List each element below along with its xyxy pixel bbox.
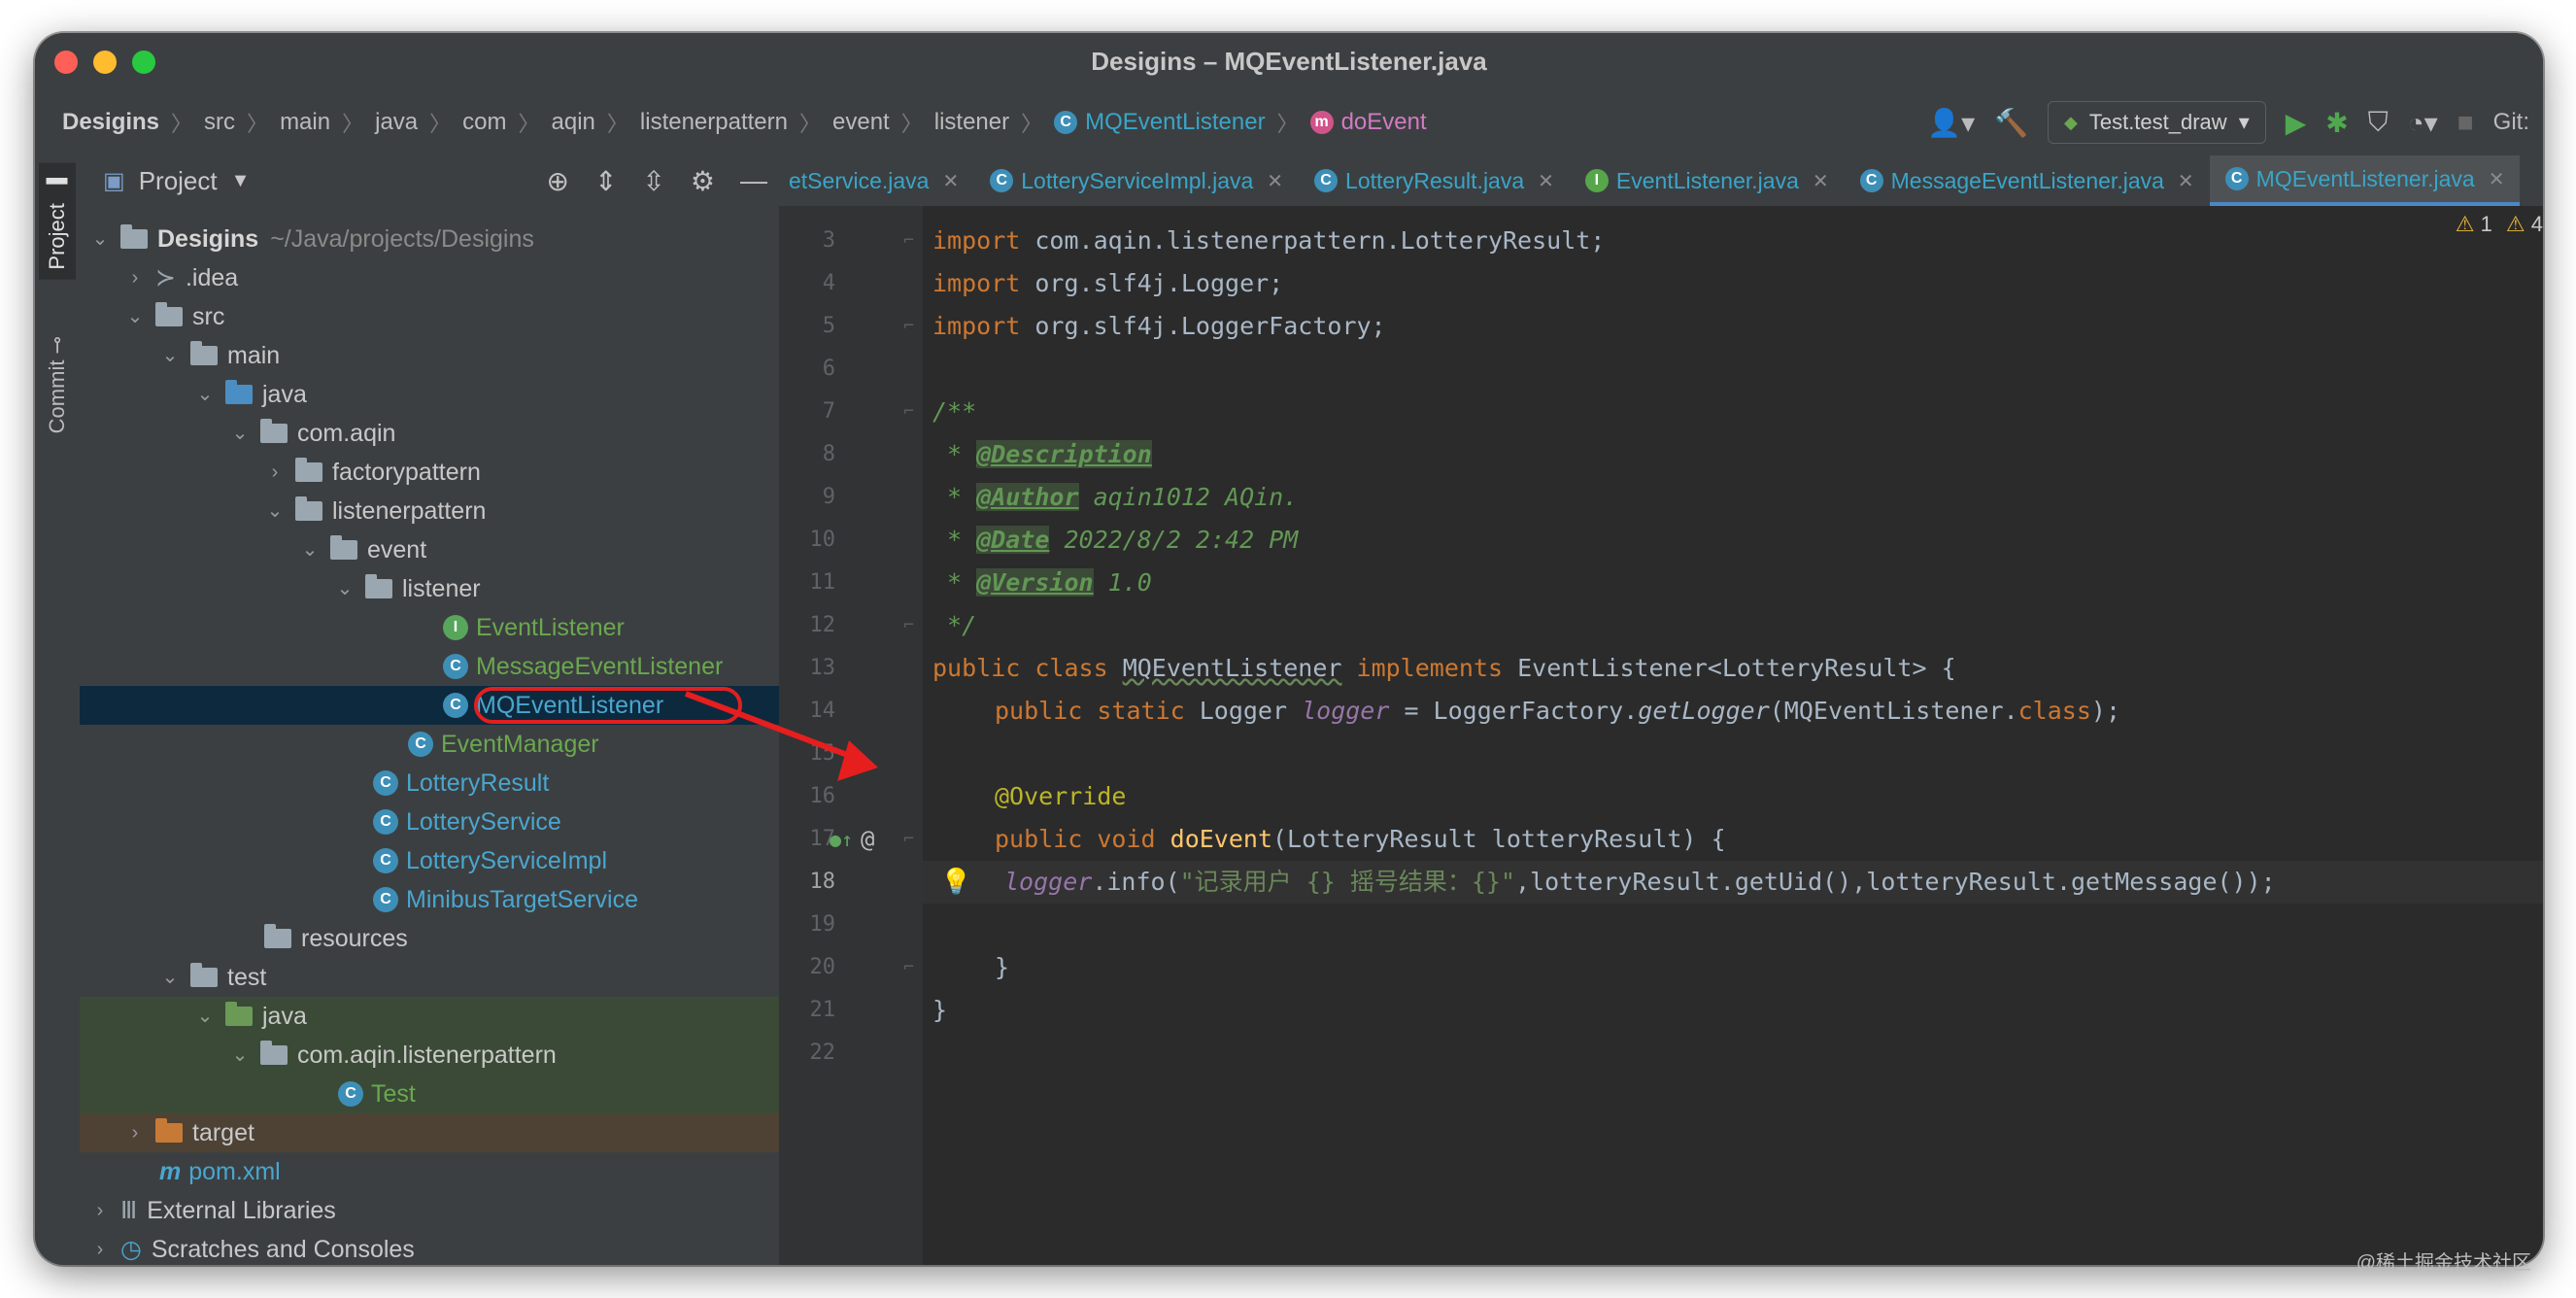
watermark-text: @稀土掘金技术社区 (2356, 1252, 2531, 1274)
arrow-head (837, 740, 878, 781)
arrow-shaft (684, 691, 872, 767)
annotation-arrow (684, 691, 878, 781)
ide-window: Desigins – MQEventListener.java Desigins… (35, 33, 2543, 1265)
